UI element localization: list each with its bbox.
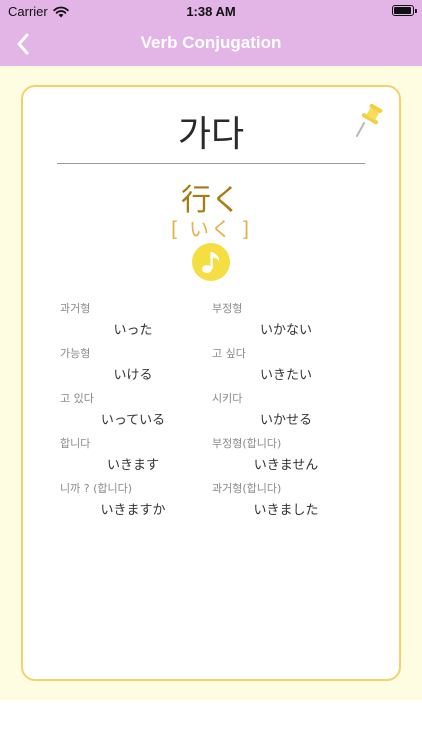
- conjugation-grid: 과거형 いった 부정형 いかない 가능형 いける 고 싶다 いきたい 고 있다 いっている 시키다 い…: [23, 87, 399, 679]
- conjugation-label: 가능형: [60, 347, 91, 360]
- conjugation-value: いかせる: [259, 413, 312, 428]
- verb-card: 가다 行く [ いく ] 과거형 いった 부정형 いかない 가능형 いける 고 싶다 いきたい…: [21, 85, 401, 681]
- conjugation-value: いける: [113, 368, 153, 383]
- conjugation-value: いきません: [253, 458, 319, 473]
- conjugation-label: 과거형(합니다): [212, 482, 282, 495]
- conjugation-label: 고 싶다: [212, 347, 246, 360]
- conjugation-value: いかない: [259, 323, 312, 338]
- conjugation-value: いきます: [106, 458, 159, 473]
- status-bar: Carrier 1:38 AM: [0, 0, 422, 22]
- conjugation-label: 합니다: [60, 437, 91, 450]
- battery-fill: [394, 7, 412, 14]
- battery-icon: [392, 5, 417, 16]
- home-area: [0, 700, 422, 750]
- conjugation-value: いった: [113, 323, 153, 338]
- conjugation-label: 부정형(합니다): [212, 437, 282, 450]
- conjugation-value: いきました: [253, 503, 319, 518]
- conjugation-value: いきますか: [100, 503, 166, 518]
- conjugation-value: いっている: [100, 413, 166, 428]
- nav-title: Verb Conjugation: [140, 33, 282, 52]
- conjugation-label: 과거형: [60, 302, 91, 315]
- conjugation-label: 부정형: [212, 302, 243, 315]
- conjugation-label: 고 있다: [60, 392, 94, 405]
- status-time: 1:38 AM: [186, 4, 236, 19]
- conjugation-value: いきたい: [259, 368, 312, 383]
- conjugation-label: 니까 ? (합니다): [60, 482, 133, 495]
- navigation-bar: Verb Conjugation: [0, 22, 422, 66]
- conjugation-label: 시키다: [212, 392, 243, 405]
